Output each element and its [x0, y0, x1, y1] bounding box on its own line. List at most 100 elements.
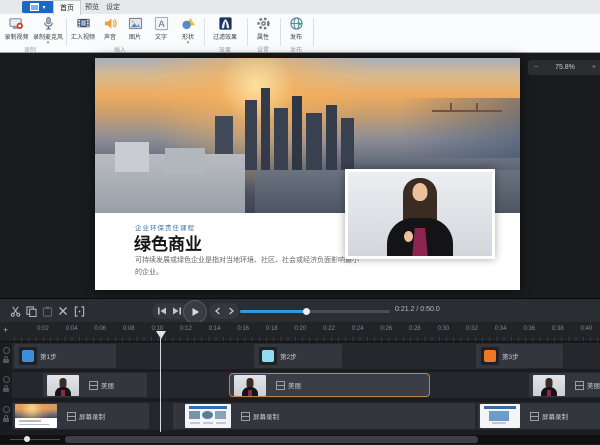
presenter-thumbnail	[47, 375, 79, 396]
clip-screenrec-2[interactable]: 屏幕录制	[173, 403, 475, 429]
copy-button[interactable]	[24, 304, 38, 318]
clip-step-3[interactable]: 第3步	[476, 344, 563, 368]
jump-start-button[interactable]	[155, 304, 169, 318]
clip-label: 第1步	[40, 351, 57, 361]
text-button[interactable]: A 文字	[150, 16, 172, 41]
track1-visibility-icon[interactable]	[3, 347, 10, 354]
group-separator	[66, 18, 67, 46]
video-clip-icon	[89, 381, 98, 390]
step-back-button[interactable]	[211, 304, 225, 318]
track3-lock-icon[interactable]	[3, 418, 9, 422]
track-presenter-video[interactable]: 美丽 美丽 美丽	[0, 372, 600, 398]
clip-screenrec-3[interactable]: 屏幕录制	[478, 403, 600, 429]
play-button[interactable]	[183, 300, 207, 324]
record-mic-button[interactable]: 录制麦克风 ▾	[31, 16, 65, 45]
record-video-button[interactable]: 录制视频	[2, 16, 31, 41]
preview-progress-slider[interactable]	[240, 310, 390, 313]
track-screen-recording[interactable]: 屏幕录制 屏幕录制 屏幕录制	[0, 402, 600, 430]
clip-presenter-2-selected[interactable]: 美丽	[229, 373, 430, 397]
crop-icon	[74, 306, 85, 317]
paste-button[interactable]	[40, 304, 54, 318]
properties-button[interactable]: 属性	[250, 16, 276, 41]
video-editor-window: ▾ 首页 预览 设定 录制视频 录制麦克风 ▾	[0, 0, 600, 445]
ribbon-tabbar: ▾ 首页 预览 设定	[0, 0, 600, 14]
ruler-label: 0:04	[66, 326, 78, 332]
app-menu-button[interactable]: ▾	[22, 1, 54, 13]
clip-presenter-1[interactable]: 美丽	[43, 373, 147, 397]
cut-button[interactable]	[8, 304, 22, 318]
timeline-ruler[interactable]: + 0:020:040:060:080:100:120:140:160:180:…	[0, 322, 600, 342]
tab-settings[interactable]: 设定	[100, 0, 126, 14]
bridge	[432, 110, 502, 112]
track2-lock-icon[interactable]	[3, 388, 9, 392]
clip-label: 美丽	[587, 380, 600, 390]
clip-screenrec-1[interactable]: 屏幕录制	[13, 403, 149, 429]
audio-button[interactable]: 声音	[99, 16, 121, 41]
track1-lock-icon[interactable]	[3, 359, 9, 363]
slide-body-line2: 的企业。	[135, 267, 475, 279]
ruler-label: 0:34	[495, 326, 507, 332]
track2-visibility-icon[interactable]	[3, 376, 10, 383]
filter-effect-button[interactable]: 过滤效果	[207, 16, 243, 41]
group-separator	[247, 18, 248, 46]
jump-end-button[interactable]	[170, 304, 184, 318]
jump-end-icon	[172, 306, 182, 316]
step1-thumbnail	[19, 347, 37, 365]
screenrec-thumbnail	[480, 404, 520, 428]
ruler-label: 0:12	[180, 326, 192, 332]
clip-step-2[interactable]: 第2步	[254, 344, 342, 368]
group-separator	[313, 18, 314, 46]
ruler-label: 0:30	[438, 326, 450, 332]
tab-home[interactable]: 首页	[53, 0, 81, 15]
progress-thumb[interactable]	[303, 308, 310, 315]
shape-button[interactable]: 形状 ▾	[176, 16, 200, 45]
app-logo-icon	[30, 3, 39, 11]
track3-visibility-icon[interactable]	[3, 406, 10, 413]
timeline-scrollbar-thumb[interactable]	[65, 436, 478, 443]
publish-button[interactable]: 发布	[283, 16, 309, 41]
image-icon	[128, 16, 143, 31]
crop-button[interactable]	[72, 304, 86, 318]
audio-label: 声音	[104, 32, 116, 41]
video-clip-icon	[530, 412, 539, 421]
publish-globe-icon	[289, 16, 304, 31]
zoom-in-button[interactable]: +	[592, 64, 596, 71]
clip-step-1[interactable]: 第1步	[14, 344, 116, 368]
presenter-video-overlay[interactable]	[345, 169, 495, 259]
record-mic-dropdown-caret: ▾	[47, 41, 50, 45]
step-forward-button[interactable]	[224, 304, 238, 318]
add-track-button[interactable]: +	[3, 325, 8, 335]
timeline-zoom-slider[interactable]	[10, 439, 60, 440]
screenrec-thumbnail	[15, 404, 57, 428]
step-forward-icon	[227, 307, 235, 315]
track-step-markers[interactable]: 第1步 第2步 第3步	[0, 343, 600, 369]
clip-label: 第3步	[502, 351, 519, 361]
clip-label: 屏幕录制	[79, 411, 105, 421]
properties-label: 属性	[257, 32, 269, 41]
playhead-handle[interactable]	[156, 331, 166, 339]
progress-fill	[240, 310, 306, 313]
record-mic-icon	[41, 16, 56, 31]
zoom-out-button[interactable]: −	[534, 64, 538, 71]
image-button[interactable]: 图片	[124, 16, 146, 41]
clip-presenter-3[interactable]: 美丽	[529, 373, 600, 397]
ruler-label: 0:22	[323, 326, 335, 332]
copy-icon	[26, 306, 37, 317]
shape-dropdown-caret: ▾	[187, 41, 190, 45]
app-menu-caret: ▾	[42, 4, 45, 11]
timeline-zoom-slider-thumb[interactable]	[24, 436, 30, 442]
import-video-label: 汇入视频	[71, 32, 95, 41]
slide[interactable]: 企业环保责任课程 绿色商业 可持续发展或绿色企业是指对当地环境、社区、社会或经济…	[95, 58, 520, 290]
publish-label: 发布	[290, 32, 302, 41]
presenter-thumbnail	[533, 375, 565, 396]
paste-icon	[42, 306, 53, 317]
ruler-label: 0:26	[380, 326, 392, 332]
playhead-line	[160, 335, 161, 432]
ruler-label: 0:24	[352, 326, 364, 332]
ruler-label: 0:38	[552, 326, 564, 332]
delete-button[interactable]	[56, 304, 70, 318]
ruler-label: 0:14	[209, 326, 221, 332]
import-video-button[interactable]: 汇入视频	[69, 16, 97, 41]
time-display: 0:21.2 / 0:50.0	[395, 306, 440, 313]
ruler-label: 0:08	[123, 326, 135, 332]
